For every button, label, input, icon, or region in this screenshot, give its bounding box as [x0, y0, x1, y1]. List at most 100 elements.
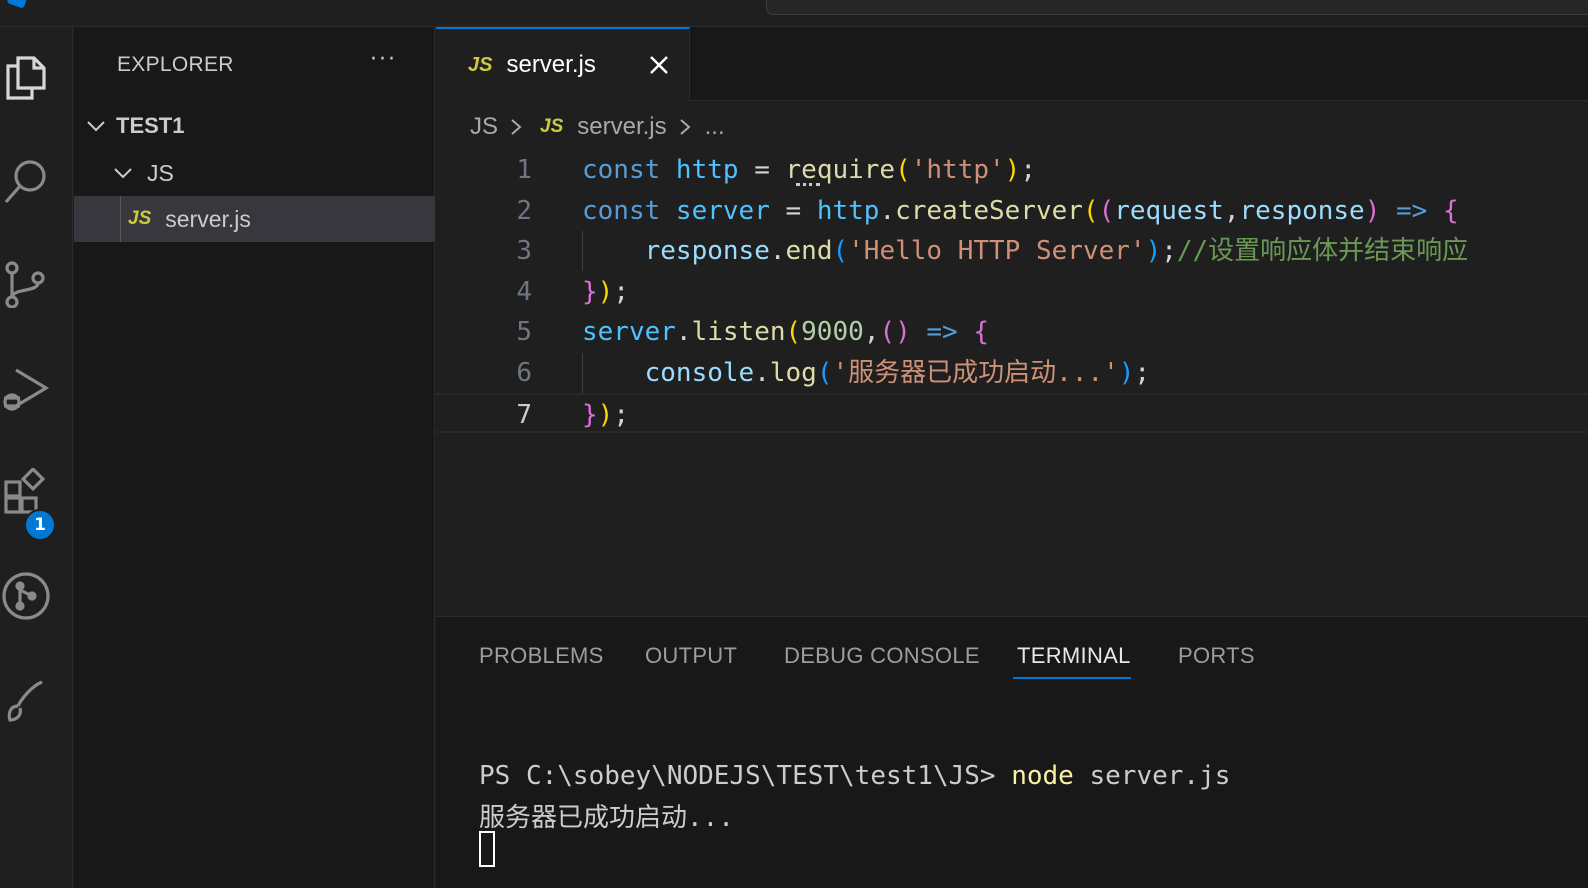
run-debug-icon: [3, 368, 50, 411]
chevron-right-icon: [511, 119, 522, 135]
code-token: (: [1082, 195, 1099, 226]
code-token: response: [1239, 195, 1365, 226]
code-token: (: [832, 236, 849, 266]
git-graph-button[interactable]: [0, 551, 73, 641]
code-token: listen: [691, 317, 786, 347]
tree-folder-js[interactable]: JS: [74, 150, 435, 196]
code-editor[interactable]: 1 const http = require('http'); 2 const ser…: [436, 148, 1588, 616]
code-token: }: [582, 400, 598, 430]
tree-root-test1[interactable]: TEST1: [74, 103, 435, 149]
vscode-logo-icon: [6, 0, 28, 9]
code-text: response.end('Hello HTTP Server');//设置响应…: [582, 231, 1469, 271]
active-tab-indicator: [1013, 677, 1131, 679]
code-token: end: [785, 236, 833, 266]
tab-output[interactable]: OUTPUT: [645, 643, 737, 669]
code-token: .: [879, 195, 896, 226]
code-token: http: [816, 195, 880, 226]
editor-tabs: JS server.js: [436, 27, 1588, 101]
code-token: .: [769, 236, 786, 266]
code-token: ): [1004, 155, 1021, 185]
code-token: ): [597, 400, 614, 430]
code-token: ;: [1020, 155, 1036, 185]
code-token: 'Hello HTTP Server': [848, 236, 1146, 266]
terminal-args: server.js: [1073, 761, 1231, 791]
js-file-icon: JS: [128, 208, 152, 229]
code-token: ,: [863, 317, 880, 347]
tab-label: server.js: [506, 51, 596, 78]
run-debug-button[interactable]: [0, 343, 73, 433]
git-graph-icon: [2, 572, 50, 620]
terminal-cursor[interactable]: [479, 831, 495, 867]
chevron-right-icon: [679, 119, 691, 135]
code-line[interactable]: 1 const http = require('http');: [436, 150, 1588, 190]
tab-problems[interactable]: PROBLEMS: [479, 643, 604, 669]
code-token: {: [973, 317, 990, 347]
chevron-down-icon: [114, 168, 132, 179]
code-token: const: [582, 155, 676, 185]
code-token: response: [644, 236, 770, 266]
code-line[interactable]: 3 response.end('Hello HTTP Server');//设置…: [436, 231, 1588, 271]
terminal-prompt: PS C:\sobey\NODEJS\TEST\test1\JS>: [479, 761, 1012, 791]
activity-bar: 1: [0, 27, 73, 888]
code-token: ,: [1223, 195, 1240, 226]
code-line[interactable]: 5 server.listen(9000,() => {: [436, 312, 1588, 352]
breadcrumb-more[interactable]: ...: [705, 113, 725, 141]
code-token: (: [895, 155, 911, 185]
code-text: });: [582, 272, 629, 312]
breadcrumb: JS JS server.js ...: [470, 108, 725, 146]
code-token: //设置响应体并结束响应: [1176, 236, 1469, 266]
tab-debug-console[interactable]: DEBUG CONSOLE: [784, 643, 980, 669]
tree-folder-label: JS: [147, 159, 174, 186]
extensions-button[interactable]: 1: [0, 447, 73, 541]
code-token: ;: [1161, 236, 1177, 266]
chevron-down-icon: [87, 121, 105, 132]
tree-file-server-js[interactable]: JS server.js: [74, 196, 435, 242]
terminal-command-line: PS C:\sobey\NODEJS\TEST\test1\JS> node s…: [479, 761, 1230, 791]
tab-server-js[interactable]: JS server.js: [436, 27, 690, 101]
tab-ports[interactable]: PORTS: [1178, 643, 1255, 669]
source-control-button[interactable]: [0, 239, 73, 329]
files-icon: [6, 56, 46, 100]
code-token: (: [816, 357, 833, 388]
code-token: 'http': [910, 155, 1005, 185]
extensions-badge: 1: [24, 509, 56, 541]
line-number: 2: [516, 195, 532, 226]
search-icon: [4, 160, 46, 204]
source-control-icon: [5, 261, 45, 308]
line-number: 6: [516, 357, 532, 388]
code-token: =: [769, 195, 817, 226]
breadcrumb-folder[interactable]: JS: [470, 113, 498, 141]
code-token: require: [785, 155, 896, 185]
code-token: server: [675, 195, 770, 226]
code-token: ;: [613, 400, 629, 430]
code-line[interactable]: 6 console.log('服务器已成功启动...');: [436, 352, 1588, 393]
code-token: (: [1098, 195, 1115, 226]
warning-squiggle: [796, 182, 820, 186]
brush-button[interactable]: [0, 655, 73, 745]
indent-guide: [120, 196, 121, 242]
tree-root-label: TEST1: [116, 113, 185, 138]
brush-icon: [7, 680, 43, 722]
code-line[interactable]: 4});: [436, 272, 1588, 312]
line-number: 4: [516, 276, 532, 307]
terminal-command: node: [1011, 761, 1074, 791]
code-token: ;: [1134, 357, 1151, 388]
terminal-output: 服务器已成功启动...: [479, 803, 734, 833]
code-token: log: [769, 357, 817, 388]
breadcrumb-file[interactable]: server.js: [577, 113, 666, 141]
more-actions-button[interactable]: ···: [370, 47, 397, 72]
tab-terminal[interactable]: TERMINAL: [1017, 643, 1131, 669]
command-center[interactable]: [766, 0, 1588, 15]
code-token: request: [1114, 195, 1224, 226]
code-token: (): [879, 317, 911, 347]
code-line[interactable]: 7});: [436, 393, 1588, 433]
code-token: ): [1118, 357, 1135, 388]
line-number: 1: [516, 155, 532, 185]
close-icon[interactable]: [644, 50, 674, 80]
explorer-button[interactable]: [0, 31, 73, 121]
code-token: =: [738, 155, 786, 185]
search-button[interactable]: [0, 135, 73, 225]
code-line[interactable]: 2 const server = http.createServer((reque…: [436, 191, 1588, 231]
